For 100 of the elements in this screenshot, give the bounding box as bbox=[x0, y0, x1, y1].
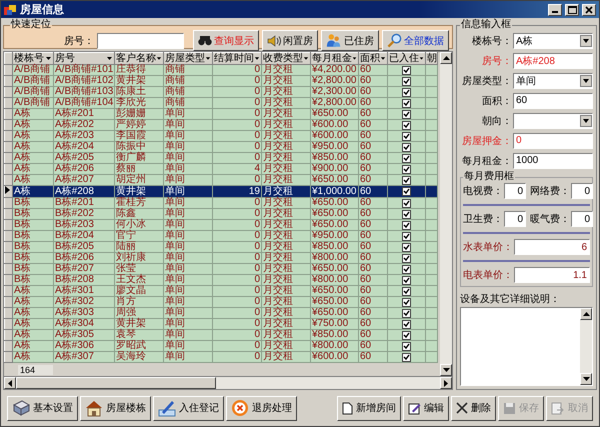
occupied-checkbox[interactable] bbox=[402, 342, 411, 350]
column-header[interactable]: 结算时间 bbox=[212, 52, 262, 64]
occupied-checkbox[interactable] bbox=[402, 298, 411, 306]
column-header[interactable]: 收费类型 bbox=[262, 52, 310, 64]
table-cell: 单间 bbox=[164, 296, 212, 308]
search-icon bbox=[387, 33, 402, 48]
table-cell: 彭姗姗 bbox=[114, 108, 164, 120]
table-cell: A/B商铺 bbox=[12, 64, 54, 76]
toolbar-button[interactable]: 退房处理 bbox=[226, 396, 297, 420]
table-cell: B栋#207 bbox=[54, 264, 114, 274]
occupied-checkbox[interactable] bbox=[402, 176, 411, 184]
occupied-checkbox[interactable] bbox=[402, 220, 411, 230]
field-label: 卫生费： bbox=[463, 212, 503, 226]
input-field[interactable]: 1000 bbox=[513, 152, 593, 168]
occupied-checkbox[interactable] bbox=[402, 330, 411, 340]
input-field[interactable]: 0 bbox=[513, 132, 593, 148]
column-filter-arrow-icon[interactable] bbox=[303, 55, 309, 62]
close-button[interactable] bbox=[582, 4, 596, 16]
table-cell: 月交租 bbox=[262, 164, 310, 174]
table-cell: 单间 bbox=[164, 120, 212, 130]
vertical-scrollbar[interactable] bbox=[440, 52, 452, 376]
column-header[interactable]: 已入住 bbox=[388, 52, 426, 64]
toolbar-button[interactable]: 删除 bbox=[451, 396, 496, 420]
toolbar-button[interactable]: 新增房间 bbox=[337, 396, 401, 420]
toolbar-button[interactable]: 入住登记 bbox=[153, 396, 224, 420]
filter-button[interactable]: 已住房 bbox=[321, 30, 379, 51]
table-cell: 月交租 bbox=[262, 174, 310, 186]
dropdown-field[interactable]: A栋 bbox=[513, 32, 593, 48]
input-field[interactable]: 60 bbox=[513, 92, 593, 108]
column-header[interactable]: 房号 bbox=[54, 52, 114, 64]
column-header[interactable]: 楼栋号 bbox=[12, 52, 54, 64]
table-cell: 张莹 bbox=[114, 264, 164, 274]
column-header[interactable]: 朝 bbox=[426, 52, 438, 64]
speaker-icon bbox=[267, 34, 281, 46]
maximize-button[interactable] bbox=[565, 4, 579, 16]
horizontal-scrollbar[interactable] bbox=[3, 377, 453, 390]
column-header[interactable]: 房屋类型 bbox=[164, 52, 212, 64]
table-cell: 月交租 bbox=[262, 86, 310, 98]
occupied-checkbox[interactable] bbox=[402, 142, 411, 152]
occupied-checkbox[interactable] bbox=[402, 320, 411, 328]
column-filter-arrow-icon[interactable] bbox=[419, 55, 424, 62]
table-cell: 单间 bbox=[164, 252, 212, 264]
input-field[interactable]: 0 bbox=[504, 183, 526, 199]
column-filter-arrow-icon[interactable] bbox=[352, 55, 357, 62]
dropdown-field[interactable] bbox=[513, 112, 593, 128]
field-label: 暖气费： bbox=[530, 212, 570, 226]
minimize-button[interactable] bbox=[548, 4, 562, 16]
occupied-checkbox[interactable] bbox=[402, 286, 411, 296]
occupied-checkbox[interactable] bbox=[402, 120, 411, 130]
notes-field[interactable] bbox=[460, 307, 593, 386]
column-filter-arrow-icon[interactable] bbox=[106, 55, 113, 62]
toolbar-button[interactable]: 基本设置 bbox=[7, 396, 78, 420]
scroll-left-arrow-icon bbox=[8, 380, 12, 386]
column-filter-arrow-icon[interactable] bbox=[205, 55, 211, 62]
toolbar-button[interactable]: 房屋楼栋 bbox=[80, 396, 151, 420]
occupied-checkbox[interactable] bbox=[402, 76, 411, 86]
field-label: 房屋类型： bbox=[461, 74, 512, 88]
occupied-checkbox[interactable] bbox=[402, 232, 411, 240]
toolbar-button[interactable]: 编辑 bbox=[403, 396, 449, 420]
occupied-checkbox[interactable] bbox=[402, 242, 411, 252]
occupied-checkbox[interactable] bbox=[402, 308, 411, 318]
input-field[interactable]: 0 bbox=[571, 211, 593, 227]
occupied-checkbox[interactable] bbox=[402, 154, 411, 162]
table-cell: A/B商铺#103 bbox=[54, 86, 114, 98]
occupied-checkbox[interactable] bbox=[402, 198, 411, 208]
occupied-checkbox[interactable] bbox=[402, 264, 411, 274]
filter-button[interactable]: 闲置房 bbox=[262, 30, 318, 51]
occupied-checkbox[interactable] bbox=[402, 352, 411, 362]
input-field[interactable]: 0 bbox=[571, 183, 593, 199]
table-cell: A栋#208 bbox=[54, 186, 114, 198]
occupied-checkbox[interactable] bbox=[402, 132, 411, 140]
occupied-checkbox[interactable] bbox=[402, 187, 411, 196]
input-field[interactable]: A栋#208 bbox=[513, 52, 593, 68]
dropdown-field[interactable]: 单间 bbox=[513, 72, 593, 88]
occupied-checkbox[interactable] bbox=[402, 164, 411, 174]
column-filter-arrow-icon[interactable] bbox=[45, 55, 52, 62]
app-icon bbox=[4, 4, 17, 16]
table-cell: 王文杰 bbox=[114, 274, 164, 286]
column-header[interactable]: 面积 bbox=[358, 52, 388, 64]
column-header[interactable]: 客户名称 bbox=[114, 52, 164, 64]
occupied-checkbox[interactable] bbox=[402, 210, 411, 218]
column-filter-arrow-icon[interactable] bbox=[380, 55, 386, 62]
column-filter-arrow-icon[interactable] bbox=[254, 55, 260, 62]
occupied-checkbox[interactable] bbox=[402, 66, 411, 74]
column-header[interactable]: 每月租金 bbox=[310, 52, 358, 64]
table-cell: 单间 bbox=[164, 198, 212, 208]
filter-button[interactable]: 全部数据 bbox=[382, 30, 449, 51]
input-field[interactable]: 1.1 bbox=[514, 267, 590, 283]
table-cell: 月交租 bbox=[262, 142, 310, 152]
occupied-checkbox[interactable] bbox=[402, 98, 411, 108]
table-cell: A栋#201 bbox=[54, 108, 114, 120]
occupied-checkbox[interactable] bbox=[402, 88, 411, 96]
occupied-checkbox[interactable] bbox=[402, 110, 411, 118]
input-field[interactable]: 6 bbox=[514, 239, 590, 255]
input-field[interactable]: 0 bbox=[504, 211, 526, 227]
occupied-checkbox[interactable] bbox=[402, 254, 411, 262]
occupied-checkbox[interactable] bbox=[402, 276, 411, 284]
column-filter-arrow-icon[interactable] bbox=[156, 55, 162, 62]
table-cell: A栋#306 bbox=[54, 340, 114, 352]
room-search-field[interactable] bbox=[97, 32, 184, 48]
